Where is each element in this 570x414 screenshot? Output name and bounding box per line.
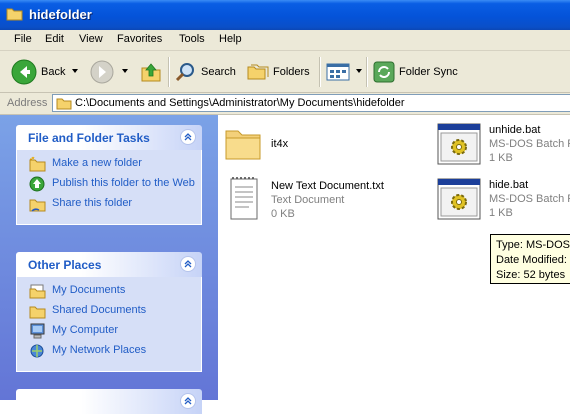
task-make-new-folder[interactable]: Make a new folder	[17, 156, 201, 174]
panel-title: File and Folder Tasks	[28, 131, 150, 145]
file-item[interactable]: hide.bat MS-DOS Batch File 1 KB	[436, 176, 570, 228]
file-name: unhide.bat	[489, 124, 541, 136]
task-publish-folder[interactable]: Publish this folder to the Web	[17, 176, 201, 194]
panel-body: Make a new folder Publish this folder to…	[16, 150, 202, 225]
collapse-chevron-icon[interactable]	[180, 393, 196, 409]
publish-web-icon	[29, 176, 45, 192]
file-size: 1 KB	[489, 207, 513, 219]
tooltip-type: Type: MS-DOS	[496, 239, 570, 251]
file-size: 1 KB	[489, 152, 513, 164]
folder-icon	[56, 98, 72, 110]
views-dropdown-arrow[interactable]	[356, 69, 362, 73]
file-type: Text Document	[271, 194, 345, 206]
task-label: Share this folder	[52, 197, 133, 209]
task-label: Publish this folder to the Web	[52, 177, 195, 189]
place-label: My Documents	[52, 284, 126, 296]
file-item[interactable]: it4x	[222, 123, 422, 171]
panel-header[interactable]: File and Folder Tasks	[16, 125, 202, 150]
task-share-folder[interactable]: Share this folder	[17, 196, 201, 214]
file-size: 0 KB	[271, 208, 295, 220]
folder-icon	[6, 8, 23, 21]
back-arrow-icon	[11, 59, 37, 84]
folder-sync-label: Folder Sync	[399, 65, 458, 78]
place-shared-documents[interactable]: Shared Documents	[17, 303, 201, 321]
menu-file[interactable]: File	[14, 33, 32, 45]
title-bar: hidefolder	[0, 0, 570, 30]
text-document-icon	[230, 177, 258, 220]
other-places-panel: Other Places My Documents Shared Documen…	[16, 252, 202, 372]
collapse-chevron-icon[interactable]	[180, 256, 196, 272]
up-folder-icon	[141, 62, 161, 81]
forward-button[interactable]	[90, 51, 114, 92]
back-label: Back	[41, 65, 66, 78]
my-documents-icon	[29, 284, 46, 299]
search-label: Search	[201, 65, 236, 78]
menu-bar: File Edit View Favorites Tools Help	[0, 30, 570, 51]
folder-sync-icon	[373, 61, 395, 82]
network-places-icon	[30, 344, 44, 358]
my-computer-icon	[30, 323, 45, 339]
standard-toolbar: Back Search Folders Folder Sync	[0, 51, 570, 93]
file-info-tooltip: Type: MS-DOS Date Modified: Size: 52 byt…	[490, 234, 570, 284]
file-item[interactable]: unhide.bat MS-DOS Batch File 1 KB	[436, 121, 570, 173]
search-icon	[175, 62, 194, 81]
share-folder-icon	[29, 199, 46, 212]
task-pane: File and Folder Tasks Make a new folder …	[0, 115, 218, 414]
folder-icon	[225, 130, 261, 160]
place-my-documents[interactable]: My Documents	[17, 283, 201, 301]
new-folder-icon	[29, 156, 46, 172]
back-dropdown-arrow[interactable]	[72, 69, 78, 73]
place-label: My Computer	[52, 324, 119, 336]
file-type: MS-DOS Batch File	[489, 193, 570, 205]
menu-tools[interactable]: Tools	[179, 33, 205, 45]
address-label: Address	[7, 97, 48, 109]
collapse-chevron-icon[interactable]	[180, 129, 196, 145]
views-button[interactable]	[326, 51, 350, 92]
batch-file-icon	[437, 123, 481, 165]
menu-edit[interactable]: Edit	[45, 33, 64, 45]
panel-title: Other Places	[28, 258, 102, 272]
address-bar: Address C:\Documents and Settings\Admini…	[0, 93, 570, 115]
back-button[interactable]: Back	[11, 51, 65, 92]
forward-arrow-icon	[90, 60, 114, 83]
folders-label: Folders	[273, 65, 310, 78]
menu-favorites[interactable]: Favorites	[117, 33, 162, 45]
file-type: MS-DOS Batch File	[489, 138, 570, 150]
forward-dropdown-arrow[interactable]	[122, 69, 128, 73]
search-button[interactable]: Search	[175, 51, 236, 92]
place-label: My Network Places	[52, 344, 147, 356]
place-my-network-places[interactable]: My Network Places	[17, 343, 201, 361]
menu-help[interactable]: Help	[219, 33, 242, 45]
address-path: C:\Documents and Settings\Administrator\…	[75, 97, 405, 109]
file-name: New Text Document.txt	[271, 180, 384, 192]
place-my-computer[interactable]: My Computer	[17, 323, 201, 341]
panel-header[interactable]	[16, 389, 202, 414]
task-label: Make a new folder	[52, 157, 142, 169]
folders-icon	[247, 64, 269, 79]
file-name: hide.bat	[489, 179, 529, 191]
file-item[interactable]: New Text Document.txt Text Document 0 KB	[222, 175, 432, 225]
details-panel	[16, 389, 202, 414]
batch-file-icon	[437, 178, 481, 220]
up-folder-button[interactable]	[140, 51, 162, 92]
views-icon	[326, 63, 350, 80]
panel-body: My Documents Shared Documents My Compute…	[16, 277, 202, 372]
folder-sync-button[interactable]: Folder Sync	[373, 51, 458, 92]
window-title: hidefolder	[29, 7, 92, 22]
folders-button[interactable]: Folders	[247, 51, 310, 92]
tooltip-size: Size: 52 bytes	[496, 269, 566, 281]
menu-view[interactable]: View	[79, 33, 103, 45]
tooltip-date-modified: Date Modified:	[496, 254, 567, 266]
address-input[interactable]: C:\Documents and Settings\Administrator\…	[52, 94, 570, 112]
shared-documents-icon	[29, 306, 46, 319]
place-label: Shared Documents	[52, 304, 147, 316]
file-name: it4x	[271, 138, 289, 150]
file-folder-tasks-panel: File and Folder Tasks Make a new folder …	[16, 125, 202, 225]
panel-header[interactable]: Other Places	[16, 252, 202, 277]
